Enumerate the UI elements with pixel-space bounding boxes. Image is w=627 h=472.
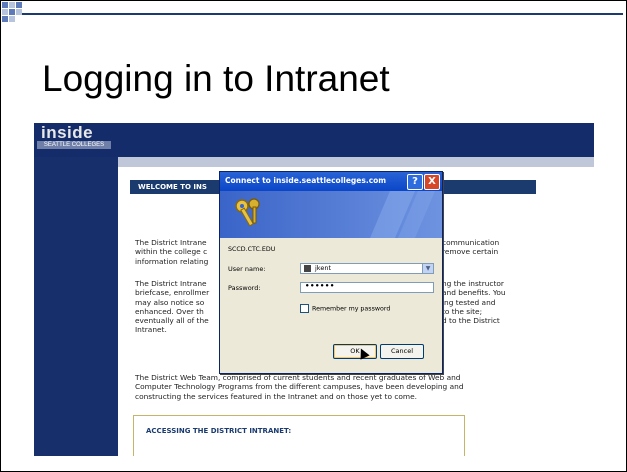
logo-text: inside [41, 123, 94, 142]
decor-square [9, 16, 15, 22]
access-box: ACCESSING THE DISTRICT INTRANET: [133, 415, 465, 456]
site-header: inside SEATTLE COLLEGES [34, 123, 594, 157]
text-line: briefcase, enrollmer [135, 288, 210, 298]
web-team-paragraph: The District Web Team, comprised of curr… [135, 373, 590, 401]
logo-subtitle: SEATTLE COLLEGES [37, 141, 111, 149]
chevron-down-icon[interactable]: ▼ [422, 264, 433, 273]
server-name: SCCD.CTC.EDU [228, 246, 276, 253]
password-field[interactable]: •••••• [300, 282, 434, 293]
remember-password-checkbox[interactable]: Remember my password [300, 304, 390, 313]
text-line: within the college c [135, 247, 208, 257]
decor-square [2, 16, 8, 22]
password-label: Password: [228, 284, 261, 292]
text-line: d to the District [442, 316, 500, 326]
site-subbar [118, 157, 594, 167]
decor-square [2, 2, 8, 8]
title-rule [22, 13, 623, 15]
text-line: information relating [135, 256, 209, 266]
intro-paragraph: The District Intrane within the college … [135, 238, 225, 266]
text-line: The District Web Team, comprised of curr… [135, 373, 461, 382]
access-heading: ACCESSING THE DISTRICT INTRANET: [146, 427, 292, 435]
help-button[interactable]: ? [407, 174, 423, 190]
username-value: jkent [315, 264, 332, 272]
cancel-button[interactable]: Cancel [380, 344, 424, 359]
text-line: communication [442, 238, 500, 247]
banner-decoration [370, 191, 435, 238]
intro-paragraph-right: communication remove certain [442, 238, 552, 257]
password-value: •••••• [305, 282, 335, 290]
text-line: and benefits. You [442, 288, 506, 298]
username-label: User name: [228, 265, 266, 273]
text-line: enhanced. Over th [135, 306, 204, 316]
services-paragraph-right: ng the instructor and benefits. You ing … [442, 279, 592, 325]
text-line: eventually all of the [135, 316, 209, 326]
text-line: Intranet. [135, 325, 167, 335]
decor-square [9, 9, 15, 15]
dialog-title: Connect to inside.seattlecolleges.com [225, 176, 387, 185]
text-line: remove certain [442, 247, 499, 257]
text-line: ing tested and [442, 297, 496, 307]
checkbox-box[interactable] [300, 304, 309, 313]
decor-square [9, 2, 15, 8]
text-line: Computer Technology Programs from the di… [135, 382, 464, 392]
site-left-nav [34, 157, 118, 456]
text-line: The District Intrane [135, 279, 207, 288]
text-line: The District Intrane [135, 238, 207, 247]
user-icon [304, 265, 311, 272]
site-logo[interactable]: inside SEATTLE COLLEGES [37, 123, 112, 151]
text-line: to the site; [442, 306, 483, 316]
ok-button[interactable]: OK [333, 344, 377, 359]
decor-square [2, 9, 8, 15]
close-button[interactable]: X [424, 174, 440, 190]
services-paragraph: The District Intrane briefcase, enrollme… [135, 279, 225, 335]
text-line: ng the instructor [442, 279, 504, 288]
text-line: constructing the services featured in th… [135, 391, 418, 401]
username-combobox[interactable]: jkent ▼ [300, 263, 434, 274]
text-line: may also notice so [135, 297, 205, 307]
remember-label: Remember my password [312, 305, 391, 313]
decor-square [16, 2, 22, 8]
dialog-banner [220, 191, 442, 238]
slide-title: Logging in to Intranet [42, 58, 390, 99]
login-dialog: Connect to inside.seattlecolleges.com ? … [219, 171, 443, 374]
dialog-titlebar[interactable]: Connect to inside.seattlecolleges.com ? … [220, 172, 442, 191]
